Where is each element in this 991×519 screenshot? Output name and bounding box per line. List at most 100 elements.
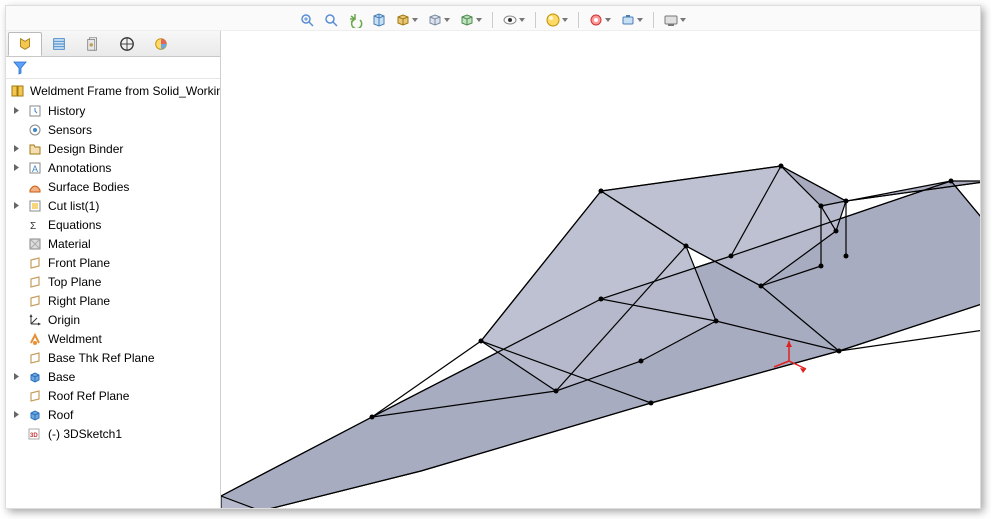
plane-icon [27, 388, 43, 404]
tree-item[interactable]: Material [6, 234, 220, 253]
binder-icon [27, 141, 43, 157]
tree-item[interactable]: Base Thk Ref Plane [6, 348, 220, 367]
toolbar-separator [535, 12, 536, 28]
property-manager-tab[interactable] [42, 32, 76, 56]
expand-icon [12, 258, 21, 267]
tree-item-label: Front Plane [48, 256, 110, 270]
configuration-manager-tab-icon [85, 36, 101, 52]
graphics-viewport[interactable] [221, 31, 980, 508]
zoom-area-icon [323, 12, 339, 28]
expand-icon [12, 277, 21, 286]
toolbar-separator [653, 12, 654, 28]
dimxpert-manager-tab[interactable] [110, 32, 144, 56]
tree-item-label: Right Plane [48, 294, 110, 308]
tree-item[interactable]: 3D (-) 3DSketch1 [6, 424, 220, 443]
property-manager-tab-icon [51, 36, 67, 52]
feature-icon [27, 369, 43, 385]
tree-item[interactable]: Base [6, 367, 220, 386]
tree-item-label: Roof Ref Plane [48, 389, 129, 403]
expand-icon[interactable] [12, 106, 21, 115]
tree-item[interactable]: Origin [6, 310, 220, 329]
hide-show-button[interactable] [458, 11, 476, 29]
display-manager-tab[interactable] [144, 32, 178, 56]
part-icon [10, 83, 26, 99]
expand-icon [12, 334, 21, 343]
previous-view-button[interactable] [346, 11, 364, 29]
cutlist-icon [27, 198, 43, 214]
svg-text:3D: 3D [30, 433, 38, 439]
view-orientation-button[interactable] [394, 11, 412, 29]
tree-item-label: Annotations [48, 161, 111, 175]
expand-icon[interactable] [12, 163, 21, 172]
tree-item[interactable]: Roof Ref Plane [6, 386, 220, 405]
feature-tree: Weldment Frame from Solid_Working Histor… [6, 79, 220, 508]
previous-view-icon [347, 12, 363, 28]
tree-item-label: (-) 3DSketch1 [48, 427, 122, 441]
display-style-button[interactable] [426, 11, 444, 29]
tree-item[interactable]: Top Plane [6, 272, 220, 291]
tree-item-label: Origin [48, 313, 80, 327]
tree-item[interactable]: Cut list(1) [6, 196, 220, 215]
screen-capture-button[interactable] [662, 11, 680, 29]
render-tools-button[interactable] [619, 11, 637, 29]
tree-item-label: Weldment [48, 332, 102, 346]
plane-icon [27, 274, 43, 290]
tree-item[interactable]: History [6, 101, 220, 120]
view-orientation-icon [395, 12, 411, 28]
apply-scene-button[interactable] [544, 11, 562, 29]
tree-item[interactable]: Sensors [6, 120, 220, 139]
expand-icon [12, 239, 21, 248]
feature-manager-tab[interactable] [8, 32, 42, 56]
tree-item[interactable]: Roof [6, 405, 220, 424]
zoom-to-fit-button[interactable] [298, 11, 316, 29]
expand-icon [12, 296, 21, 305]
dimxpert-manager-tab-icon [119, 36, 135, 52]
feature-icon [27, 407, 43, 423]
weldment-icon [27, 331, 43, 347]
svg-text:A: A [32, 164, 38, 174]
toolbar-separator [492, 12, 493, 28]
annotations-icon: A [27, 160, 43, 176]
tree-item-label: Roof [48, 408, 73, 422]
expand-icon [12, 220, 21, 229]
toolbar-separator [578, 12, 579, 28]
expand-icon[interactable] [12, 144, 21, 153]
tree-item[interactable]: Weldment [6, 329, 220, 348]
view-settings-icon [588, 12, 604, 28]
expand-icon[interactable] [12, 201, 21, 210]
model-view[interactable] [221, 31, 980, 508]
section-view-icon [371, 12, 387, 28]
expand-icon [12, 182, 21, 191]
expand-icon [12, 353, 21, 362]
surface-icon [27, 179, 43, 195]
expand-icon[interactable] [12, 372, 21, 381]
plane-icon [27, 255, 43, 271]
expand-icon[interactable] [12, 410, 21, 419]
sensors-icon [27, 122, 43, 138]
tree-root[interactable]: Weldment Frame from Solid_Working [6, 81, 220, 101]
tree-item[interactable]: Design Binder [6, 139, 220, 158]
screen-capture-icon [663, 12, 679, 28]
apply-scene-icon [545, 12, 561, 28]
solidworks-window: Weldment Frame from Solid_Working Histor… [5, 5, 981, 509]
tree-item[interactable]: Right Plane [6, 291, 220, 310]
zoom-area-button[interactable] [322, 11, 340, 29]
tree-item-label: Base Thk Ref Plane [48, 351, 155, 365]
hide-show-icon [459, 12, 475, 28]
edit-appearance-button[interactable] [501, 11, 519, 29]
tree-item[interactable]: Surface Bodies [6, 177, 220, 196]
section-view-button[interactable] [370, 11, 388, 29]
main-row: Weldment Frame from Solid_Working Histor… [6, 31, 980, 508]
zoom-to-fit-icon [299, 12, 315, 28]
feature-manager-tab-icon [17, 36, 33, 52]
tree-item[interactable]: ΣEquations [6, 215, 220, 234]
configuration-manager-tab[interactable] [76, 32, 110, 56]
tree-item[interactable]: Front Plane [6, 253, 220, 272]
origin-icon [27, 312, 43, 328]
plane-icon [27, 350, 43, 366]
filter-row[interactable] [6, 57, 220, 79]
view-settings-button[interactable] [587, 11, 605, 29]
tree-item[interactable]: A Annotations [6, 158, 220, 177]
tree-item-label: Equations [48, 218, 101, 232]
tree-item-label: Cut list(1) [48, 199, 99, 213]
